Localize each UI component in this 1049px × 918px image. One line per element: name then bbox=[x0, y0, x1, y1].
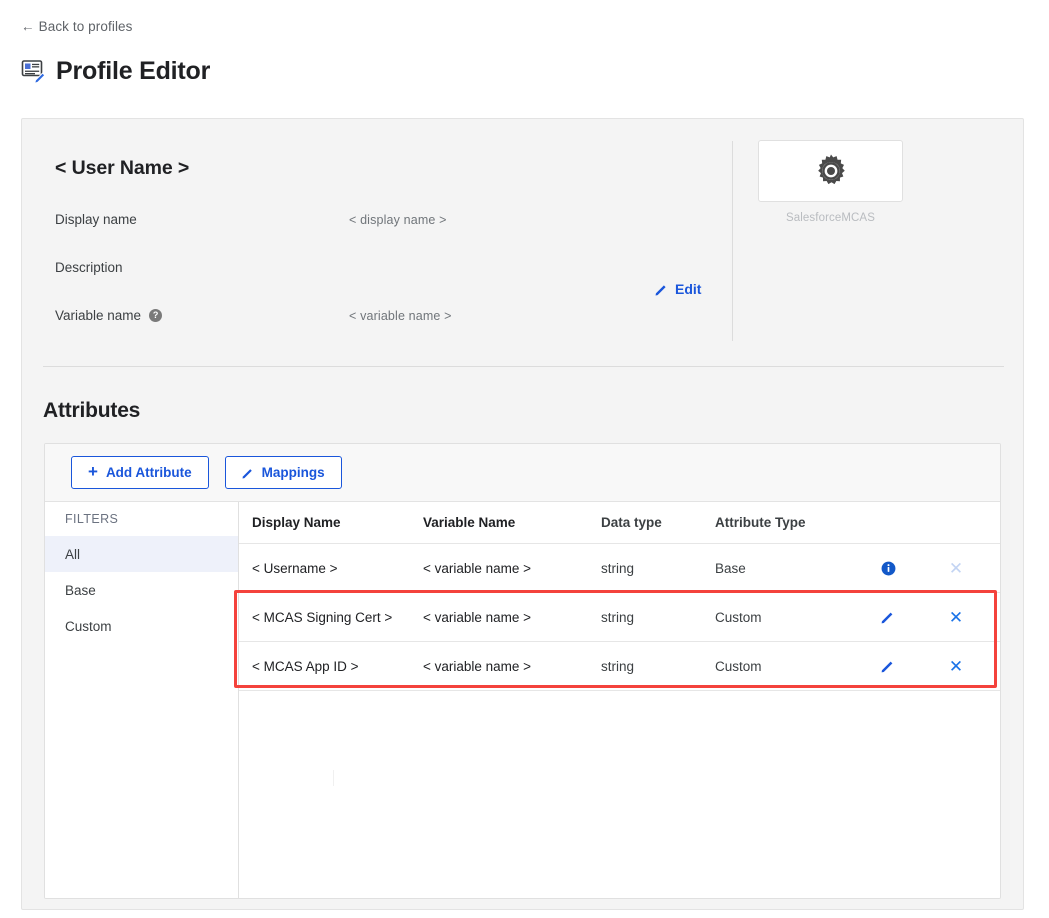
field-description: Description bbox=[55, 260, 715, 308]
pencil-icon[interactable] bbox=[881, 659, 895, 673]
filter-item-base-label: Base bbox=[65, 583, 96, 598]
filters-sidebar: FILTERS All Base Custom bbox=[45, 502, 239, 899]
profile-header-block: < User Name > Edit Display name < displa… bbox=[22, 119, 1025, 366]
close-icon[interactable]: ✕ bbox=[949, 609, 963, 626]
table-header-row: Display Name Variable Name Data type Att… bbox=[239, 502, 1001, 544]
vertical-divider bbox=[732, 141, 733, 341]
attributes-section-title: Attributes bbox=[43, 399, 140, 423]
attributes-table: Display Name Variable Name Data type Att… bbox=[239, 502, 1001, 899]
row-action-remove[interactable]: ✕ bbox=[922, 609, 990, 626]
section-divider bbox=[43, 366, 1004, 367]
profile-fields: Display name < display name > Descriptio… bbox=[55, 212, 715, 356]
arrow-left-icon: ← bbox=[21, 19, 35, 34]
profile-user-name: < User Name > bbox=[55, 157, 189, 180]
table-row[interactable]: < MCAS Signing Cert > < variable name > … bbox=[239, 593, 1001, 642]
pencil-icon bbox=[242, 467, 254, 479]
close-icon[interactable]: ✕ bbox=[949, 560, 963, 577]
filter-item-base[interactable]: Base bbox=[45, 572, 238, 608]
row-action-info[interactable] bbox=[854, 561, 922, 576]
attributes-table-card: + Add Attribute Mappings FILTERS All Bas… bbox=[44, 443, 1001, 899]
profile-card: < User Name > Edit Display name < displa… bbox=[21, 118, 1024, 910]
field-display-name: Display name < display name > bbox=[55, 212, 715, 260]
field-description-label: Description bbox=[55, 260, 123, 275]
filters-heading: FILTERS bbox=[45, 502, 238, 536]
profile-editor-page: ← Back to profiles Profile Editor < User … bbox=[0, 0, 1049, 918]
plus-icon: + bbox=[88, 463, 98, 480]
table-row[interactable]: < Username > < variable name > string Ba… bbox=[239, 544, 1001, 593]
cell-attribute-type: Custom bbox=[715, 659, 854, 674]
page-title: Profile Editor bbox=[56, 59, 210, 84]
cell-data-type: string bbox=[601, 659, 715, 674]
field-display-name-value: < display name > bbox=[349, 213, 447, 227]
column-header-display-name: Display Name bbox=[239, 515, 423, 530]
filter-item-custom-label: Custom bbox=[65, 619, 112, 634]
field-variable-name: Variable name ? < variable name > bbox=[55, 308, 715, 356]
filter-item-all[interactable]: All bbox=[45, 536, 238, 572]
close-icon[interactable]: ✕ bbox=[949, 658, 963, 675]
field-variable-name-label: Variable name ? bbox=[55, 308, 162, 323]
cell-attribute-type: Base bbox=[715, 561, 854, 576]
page-title-row: Profile Editor bbox=[21, 58, 210, 84]
row-action-remove[interactable]: ✕ bbox=[922, 560, 990, 577]
cell-display-name: < MCAS Signing Cert > bbox=[239, 610, 423, 625]
cell-variable-name: < variable name > bbox=[423, 561, 601, 576]
pencil-icon[interactable] bbox=[881, 610, 895, 624]
app-name-label: SalesforceMCAS bbox=[758, 212, 903, 224]
column-header-variable-name: Variable Name bbox=[423, 515, 601, 530]
back-to-profiles-label: Back to profiles bbox=[39, 19, 133, 34]
filter-item-all-label: All bbox=[65, 547, 80, 562]
table-row[interactable]: < MCAS App ID > < variable name > string… bbox=[239, 642, 1001, 691]
mappings-button[interactable]: Mappings bbox=[225, 456, 342, 489]
mappings-label: Mappings bbox=[262, 465, 325, 480]
row-action-edit[interactable] bbox=[854, 659, 922, 673]
field-variable-name-text: Variable name bbox=[55, 308, 141, 323]
cell-data-type: string bbox=[601, 610, 715, 625]
cell-variable-name: < variable name > bbox=[423, 659, 601, 674]
attributes-toolbar: + Add Attribute Mappings bbox=[45, 444, 1001, 502]
info-icon[interactable] bbox=[881, 561, 896, 576]
field-variable-name-value: < variable name > bbox=[349, 309, 452, 323]
column-header-attribute-type: Attribute Type bbox=[715, 515, 854, 530]
filter-item-custom[interactable]: Custom bbox=[45, 608, 238, 644]
back-to-profiles-link[interactable]: ← Back to profiles bbox=[21, 19, 133, 34]
row-action-remove[interactable]: ✕ bbox=[922, 658, 990, 675]
cell-display-name: < Username > bbox=[239, 561, 423, 576]
render-artifact bbox=[333, 770, 334, 786]
cell-attribute-type: Custom bbox=[715, 610, 854, 625]
field-display-name-label: Display name bbox=[55, 212, 137, 227]
row-action-edit[interactable] bbox=[854, 610, 922, 624]
gear-icon bbox=[812, 152, 850, 190]
profile-editor-icon bbox=[21, 58, 47, 84]
help-icon[interactable]: ? bbox=[149, 309, 162, 322]
add-attribute-button[interactable]: + Add Attribute bbox=[71, 456, 209, 489]
add-attribute-label: Add Attribute bbox=[106, 465, 192, 480]
cell-data-type: string bbox=[601, 561, 715, 576]
app-tile: SalesforceMCAS bbox=[758, 140, 903, 224]
app-logo-box bbox=[758, 140, 903, 202]
cell-variable-name: < variable name > bbox=[423, 610, 601, 625]
column-header-data-type: Data type bbox=[601, 515, 715, 530]
cell-display-name: < MCAS App ID > bbox=[239, 659, 423, 674]
